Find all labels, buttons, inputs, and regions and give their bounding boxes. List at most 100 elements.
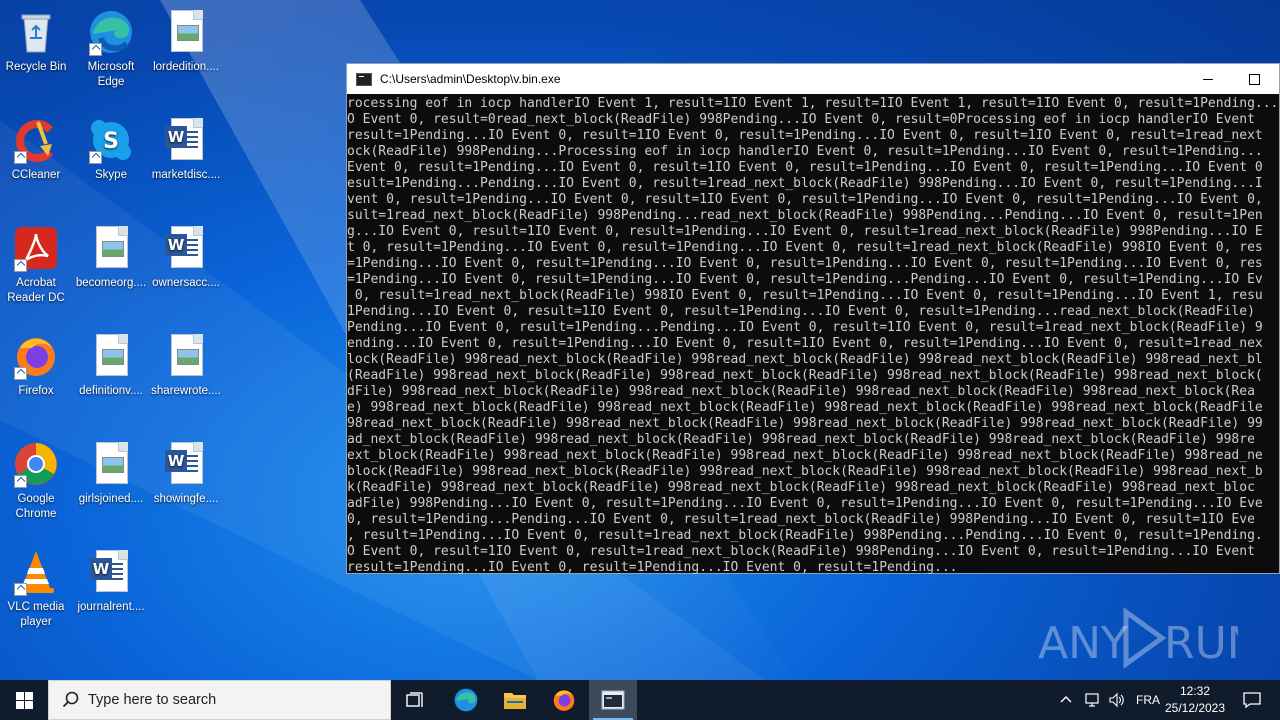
language-indicator[interactable]: FRA (1136, 693, 1160, 707)
start-button[interactable] (0, 680, 48, 720)
clock-date: 25/12/2023 (1164, 701, 1226, 715)
word-file-icon: W (162, 116, 210, 164)
windows-logo-icon (15, 691, 33, 709)
desktop-icon-google-chrome[interactable]: Google Chrome (0, 440, 72, 522)
desktop-icon-label: marketdisc.... (151, 169, 221, 181)
search-icon (62, 691, 79, 708)
show-hidden-icons-chevron-icon[interactable] (1058, 692, 1074, 708)
desktop-icon-showingfe[interactable]: W showingfe.... (150, 440, 222, 507)
console-line: block(ReadFile) 998read_next_block(ReadF… (347, 464, 1263, 479)
svg-text:S: S (103, 129, 119, 154)
desktop-icon-label: VLC media player (7, 601, 65, 628)
task-view-icon (406, 692, 423, 707)
console-line: (ReadFile) 998read_next_block(ReadFile) … (347, 368, 1263, 383)
desktop-icon-label: journalrent.... (77, 601, 145, 613)
desktop-icon-girlsjoined[interactable]: girlsjoined.... (75, 440, 147, 507)
minimize-button[interactable] (1185, 64, 1231, 94)
console-line: result=1Pending...IO Event 0, result=1IO… (347, 128, 1263, 143)
image-file-icon (87, 440, 135, 488)
desktop-icon-label: lordedition.... (153, 61, 219, 73)
console-icon (601, 690, 625, 710)
desktop-icon-label: Firefox (18, 385, 54, 397)
desktop-icon-definitionv[interactable]: definitionv.... (75, 332, 147, 399)
console-line: t 0, result=1Pending...IO Event 0, resul… (347, 240, 1263, 255)
desktop-icon-journalrent[interactable]: W journalrent.... (75, 548, 147, 615)
desktop-icon-label: ownersacc.... (152, 277, 220, 289)
desktop-icon-firefox[interactable]: Firefox (0, 332, 72, 399)
desktop-icon-lordedition[interactable]: lordedition.... (150, 8, 222, 75)
anyrun-watermark: ANY RUN (1038, 607, 1238, 669)
taskbar-search-box[interactable]: Type here to search (48, 680, 391, 720)
shortcut-arrow-icon (14, 475, 27, 488)
console-output[interactable]: rocessing eof in iocp handlerIO Event 1,… (347, 95, 1279, 574)
image-file-icon (162, 332, 210, 380)
console-line: e) 998read_next_block(ReadFile) 998read_… (347, 400, 1263, 415)
desktop-icon-label: Acrobat Reader DC (7, 277, 65, 304)
firefox-icon (553, 690, 575, 711)
maximize-icon (1248, 73, 1260, 85)
taskbar-file-explorer[interactable] (491, 680, 539, 720)
task-view-button[interactable] (392, 680, 440, 720)
image-file-icon (162, 8, 210, 56)
desktop-icon-label: becomeorg.... (75, 277, 147, 289)
taskbar-firefox[interactable] (540, 680, 588, 720)
notification-center-button[interactable] (1232, 680, 1272, 720)
desktop-icon-marketdisc[interactable]: W marketdisc.... (150, 116, 222, 183)
desktop-icon-label: definitionv.... (79, 385, 143, 397)
console-line: result=1Pending...IO Event 0, result=1Pe… (347, 560, 958, 574)
taskbar: Type here to search FRA 12:32 25/12/2023 (0, 680, 1280, 720)
console-line: 0, result=1read_next_block(ReadFile) 998… (347, 288, 1263, 303)
desktop-icon-label: showingfe.... (153, 493, 219, 505)
desktop-icon-label: Microsoft Edge (87, 61, 135, 88)
window-title: C:\Users\admin\Desktop\v.bin.exe (380, 72, 561, 86)
shortcut-arrow-icon (89, 43, 102, 56)
shortcut-arrow-icon (14, 259, 27, 272)
watermark-any: ANY (1038, 618, 1128, 669)
console-line: vent 0, result=1Pending...IO Event 0, re… (347, 192, 1263, 207)
console-window[interactable]: C:\Users\admin\Desktop\v.bin.exe rocessi… (346, 63, 1280, 574)
volume-icon[interactable] (1108, 692, 1126, 708)
watermark-run: RUN (1164, 618, 1238, 669)
console-titlebar[interactable]: C:\Users\admin\Desktop\v.bin.exe (347, 64, 1279, 94)
taskbar-edge[interactable] (442, 680, 490, 720)
console-line: , result=1Pending...IO Event 0, result=1… (347, 528, 1263, 543)
desktop-icon-label: sharewrote.... (151, 385, 221, 397)
watermark-play-icon (1123, 607, 1167, 669)
console-line: ad_next_block(ReadFile) 998read_next_blo… (347, 432, 1255, 447)
edge-icon (454, 688, 478, 712)
console-line: sult=1read_next_block(ReadFile) 998Pendi… (347, 208, 1263, 223)
maximize-button[interactable] (1231, 64, 1277, 94)
desktop-icon-sharewrote[interactable]: sharewrote.... (150, 332, 222, 399)
console-line: ock(ReadFile) 998Pending...Processing eo… (347, 144, 1263, 159)
clock[interactable]: 12:32 25/12/2023 (1160, 683, 1230, 717)
desktop-icon-vlc[interactable]: VLC media player (0, 548, 72, 630)
word-file-icon: W (162, 440, 210, 488)
desktop-icon-label: Google Chrome (15, 493, 57, 520)
desktop-icon-label: girlsjoined.... (78, 493, 144, 505)
desktop-icon-ccleaner[interactable]: CCleaner (0, 116, 72, 183)
clock-time: 12:32 (1179, 684, 1211, 698)
desktop-icon-recycle-bin[interactable]: Recycle Bin (0, 8, 72, 75)
console-app-icon (356, 72, 372, 86)
console-line: =1Pending...IO Event 0, result=1Pending.… (347, 272, 1263, 287)
desktop-icon-ownersacc[interactable]: W ownersacc.... (150, 224, 222, 291)
network-icon[interactable] (1084, 692, 1102, 708)
desktop-icon-label: Skype (95, 169, 127, 181)
taskbar-console[interactable] (589, 680, 637, 720)
word-file-icon: W (87, 548, 135, 596)
image-file-icon (87, 332, 135, 380)
desktop-icon-acrobat-reader[interactable]: Acrobat Reader DC (0, 224, 72, 306)
console-line: esult=1Pending...Pending...IO Event 0, r… (347, 176, 1263, 191)
notification-icon (1243, 692, 1261, 709)
desktop-icon-becomeorg[interactable]: becomeorg.... (75, 224, 147, 291)
desktop-icon-skype[interactable]: S Skype (75, 116, 147, 183)
console-line: dFile) 998read_next_block(ReadFile) 998r… (347, 384, 1255, 399)
console-line: adFile) 998Pending...IO Event 0, result=… (347, 496, 1263, 511)
desktop-icon-microsoft-edge[interactable]: Microsoft Edge (75, 8, 147, 90)
shortcut-arrow-icon (14, 151, 27, 164)
console-line: 98read_next_block(ReadFile) 998read_next… (347, 416, 1263, 431)
shortcut-arrow-icon (14, 367, 27, 380)
console-line: O Event 0, result=1IO Event 0, result=1r… (347, 544, 1255, 559)
image-file-icon (87, 224, 135, 272)
desktop-icon-label: CCleaner (11, 169, 61, 181)
